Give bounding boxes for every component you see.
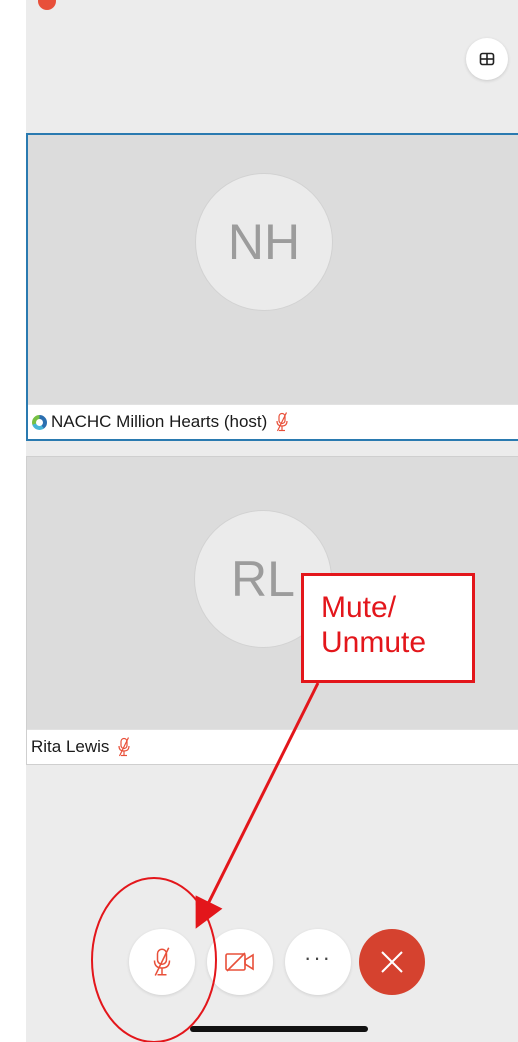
muted-mic-icon <box>117 737 131 757</box>
participant-tile-host[interactable]: NH NACHC Million Hearts (host) <box>26 133 518 441</box>
participant-name-bar: Rita Lewis <box>27 729 518 764</box>
home-indicator[interactable] <box>190 1026 368 1032</box>
video-off-icon <box>225 952 254 972</box>
avatar-initials: RL <box>231 551 295 607</box>
participant-name-bar: NACHC Million Hearts (host) <box>28 404 518 439</box>
participant-name: NACHC Million Hearts (host) <box>51 412 268 431</box>
layout-toggle-button[interactable] <box>466 38 508 80</box>
mic-muted-icon <box>153 947 171 976</box>
annotation-callout: Mute/ Unmute <box>301 573 475 683</box>
mute-button[interactable] <box>129 929 195 995</box>
ellipsis-icon: ··· <box>304 945 332 970</box>
avatar: NH <box>195 173 333 311</box>
call-controls-bar: ··· <box>0 929 518 999</box>
more-options-button[interactable]: ··· <box>285 929 351 995</box>
close-icon <box>381 951 403 973</box>
callout-line-2: Unmute <box>321 626 427 659</box>
webex-host-icon <box>32 414 47 430</box>
grid-layout-icon <box>479 52 495 66</box>
video-button[interactable] <box>207 929 273 995</box>
end-call-button[interactable] <box>359 929 425 995</box>
avatar-initials: NH <box>227 214 301 270</box>
callout-line-1: Mute/ <box>321 591 397 624</box>
participant-name: Rita Lewis <box>31 737 110 756</box>
muted-mic-icon <box>275 412 289 432</box>
